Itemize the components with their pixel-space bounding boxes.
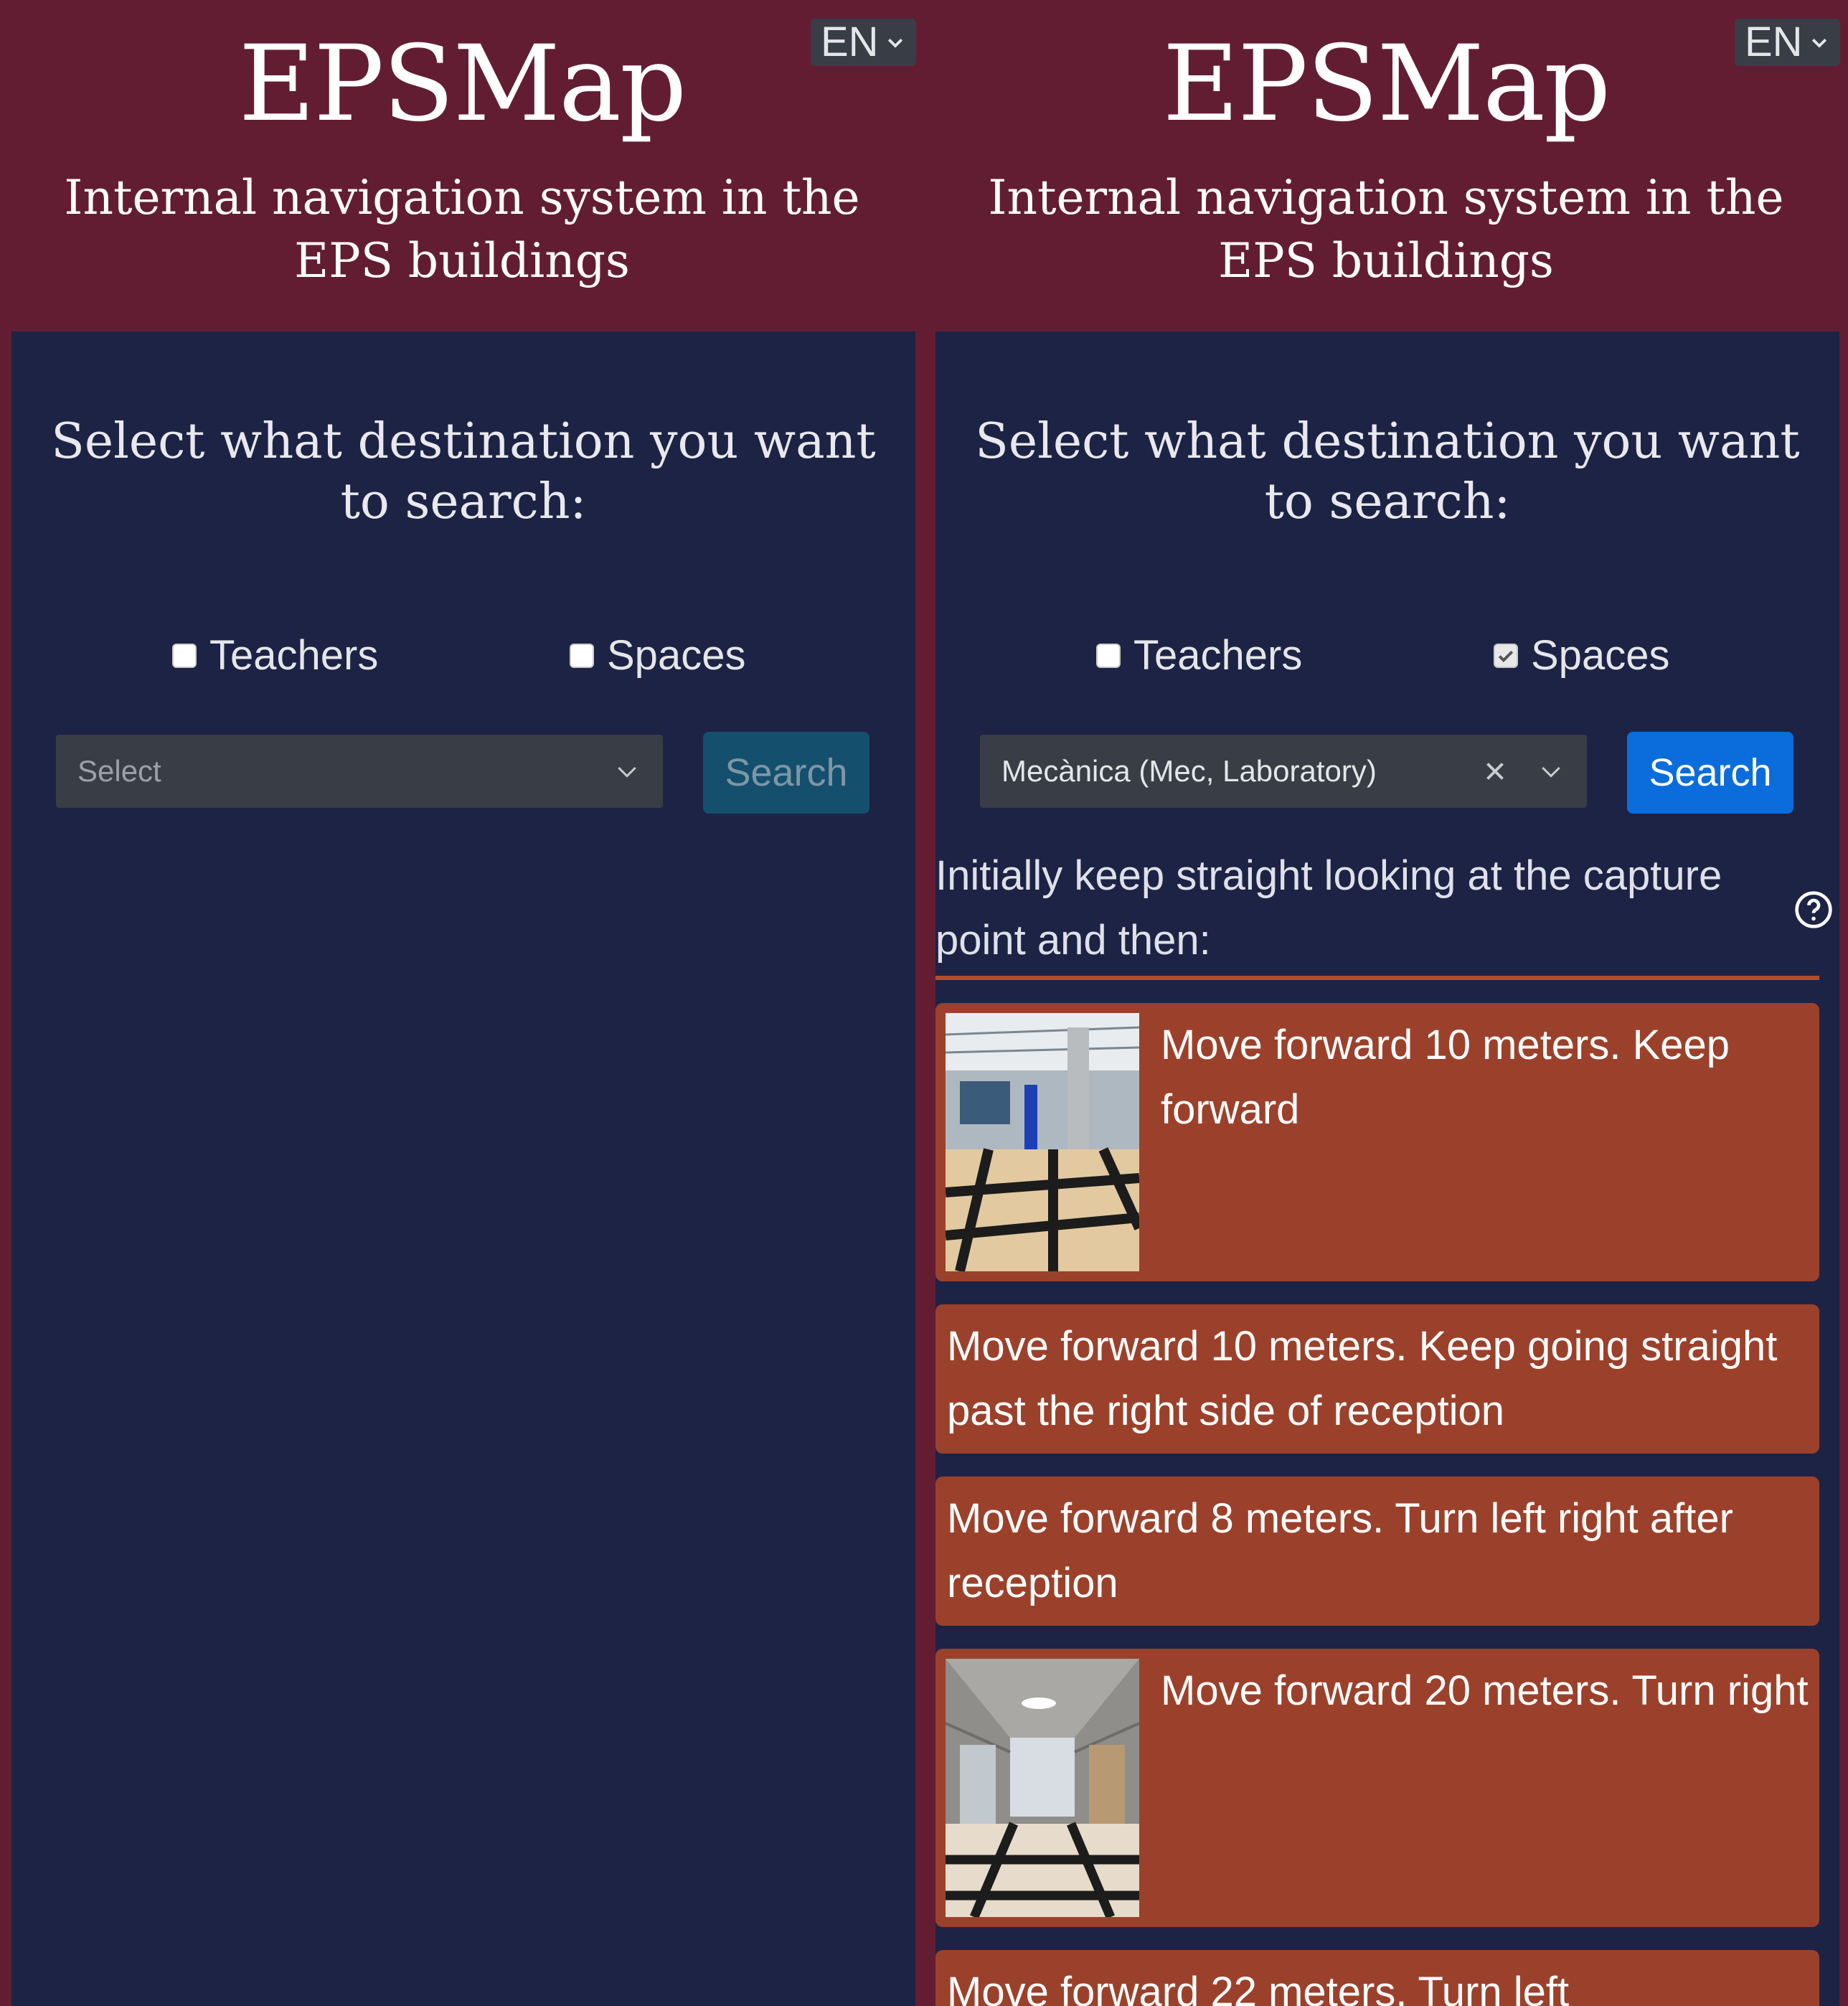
- destination-select[interactable]: Mecànica (Mec, Laboratory): [980, 735, 1587, 808]
- teachers-checkbox[interactable]: Teachers: [1096, 631, 1302, 679]
- screen-results: EN EPSMap Internal navigation system in …: [924, 0, 1848, 2006]
- destination-prompt: Select what destination you want to sear…: [975, 413, 1800, 530]
- chevron-down-icon[interactable]: [1537, 757, 1565, 786]
- teachers-checkbox-box[interactable]: [1096, 643, 1121, 668]
- app-title: EPSMap: [1162, 23, 1611, 145]
- route-step[interactable]: Move forward 20 meters. Turn right: [935, 1649, 1819, 1927]
- divider: [935, 976, 1819, 980]
- teachers-label: Teachers: [209, 632, 379, 679]
- chevron-down-icon[interactable]: [613, 757, 641, 786]
- app-title: EPSMap: [238, 23, 687, 145]
- spaces-label: Spaces: [1531, 632, 1670, 679]
- spaces-checkbox-box[interactable]: [1494, 643, 1518, 668]
- search-panel: Select what destination you want to sear…: [935, 331, 1839, 2006]
- search-panel: Select what destination you want to sear…: [11, 331, 915, 2006]
- teachers-checkbox-box[interactable]: [172, 643, 197, 668]
- checkmark-icon: [1498, 650, 1514, 662]
- step-text: Move forward 8 meters. Turn left right a…: [947, 1495, 1733, 1606]
- teachers-label: Teachers: [1133, 632, 1303, 679]
- route-step[interactable]: Move forward 22 meters. Turn left: [935, 1950, 1819, 2006]
- spaces-label: Spaces: [607, 632, 746, 679]
- search-button[interactable]: Search: [1627, 732, 1793, 814]
- spaces-checkbox-box[interactable]: [570, 643, 594, 668]
- route-step[interactable]: Move forward 8 meters. Turn left right a…: [935, 1477, 1819, 1626]
- route-step[interactable]: Move forward 10 meters. Keep forward: [935, 1003, 1819, 1281]
- selected-destination: Mecànica (Mec, Laboratory): [1001, 754, 1377, 788]
- clear-icon[interactable]: [1482, 758, 1508, 784]
- route-step[interactable]: Move forward 10 meters. Keep going strai…: [935, 1304, 1819, 1454]
- step-text: Move forward 22 meters. Turn left: [947, 1969, 1570, 2006]
- step-text: Move forward 10 meters. Keep going strai…: [947, 1323, 1778, 1434]
- app-subtitle: Internal navigation system in the EPS bu…: [64, 170, 860, 288]
- destination-prompt: Select what destination you want to sear…: [51, 413, 876, 530]
- spaces-checkbox[interactable]: Spaces: [1494, 631, 1669, 679]
- select-placeholder: Select: [77, 754, 161, 788]
- step-text: Move forward 10 meters. Keep forward: [1161, 1022, 1730, 1133]
- teachers-checkbox[interactable]: Teachers: [172, 631, 378, 679]
- hallway-photo[interactable]: [946, 1013, 1139, 1271]
- search-button[interactable]: Search: [703, 732, 869, 814]
- destination-select[interactable]: Select: [56, 735, 663, 808]
- help-circle-icon[interactable]: [1793, 890, 1834, 930]
- spaces-checkbox[interactable]: Spaces: [570, 631, 745, 679]
- corridor-photo[interactable]: [946, 1659, 1139, 1917]
- step-text: Move forward 20 meters. Turn right: [1161, 1667, 1809, 1714]
- route-steps: Move forward 10 meters. Keep forward Mov…: [935, 1003, 1819, 2006]
- route-intro: Initially keep straight looking at the c…: [935, 852, 1722, 964]
- screen-initial: EN EPSMap Internal navigation system in …: [0, 0, 924, 2006]
- app-subtitle: Internal navigation system in the EPS bu…: [988, 170, 1784, 288]
